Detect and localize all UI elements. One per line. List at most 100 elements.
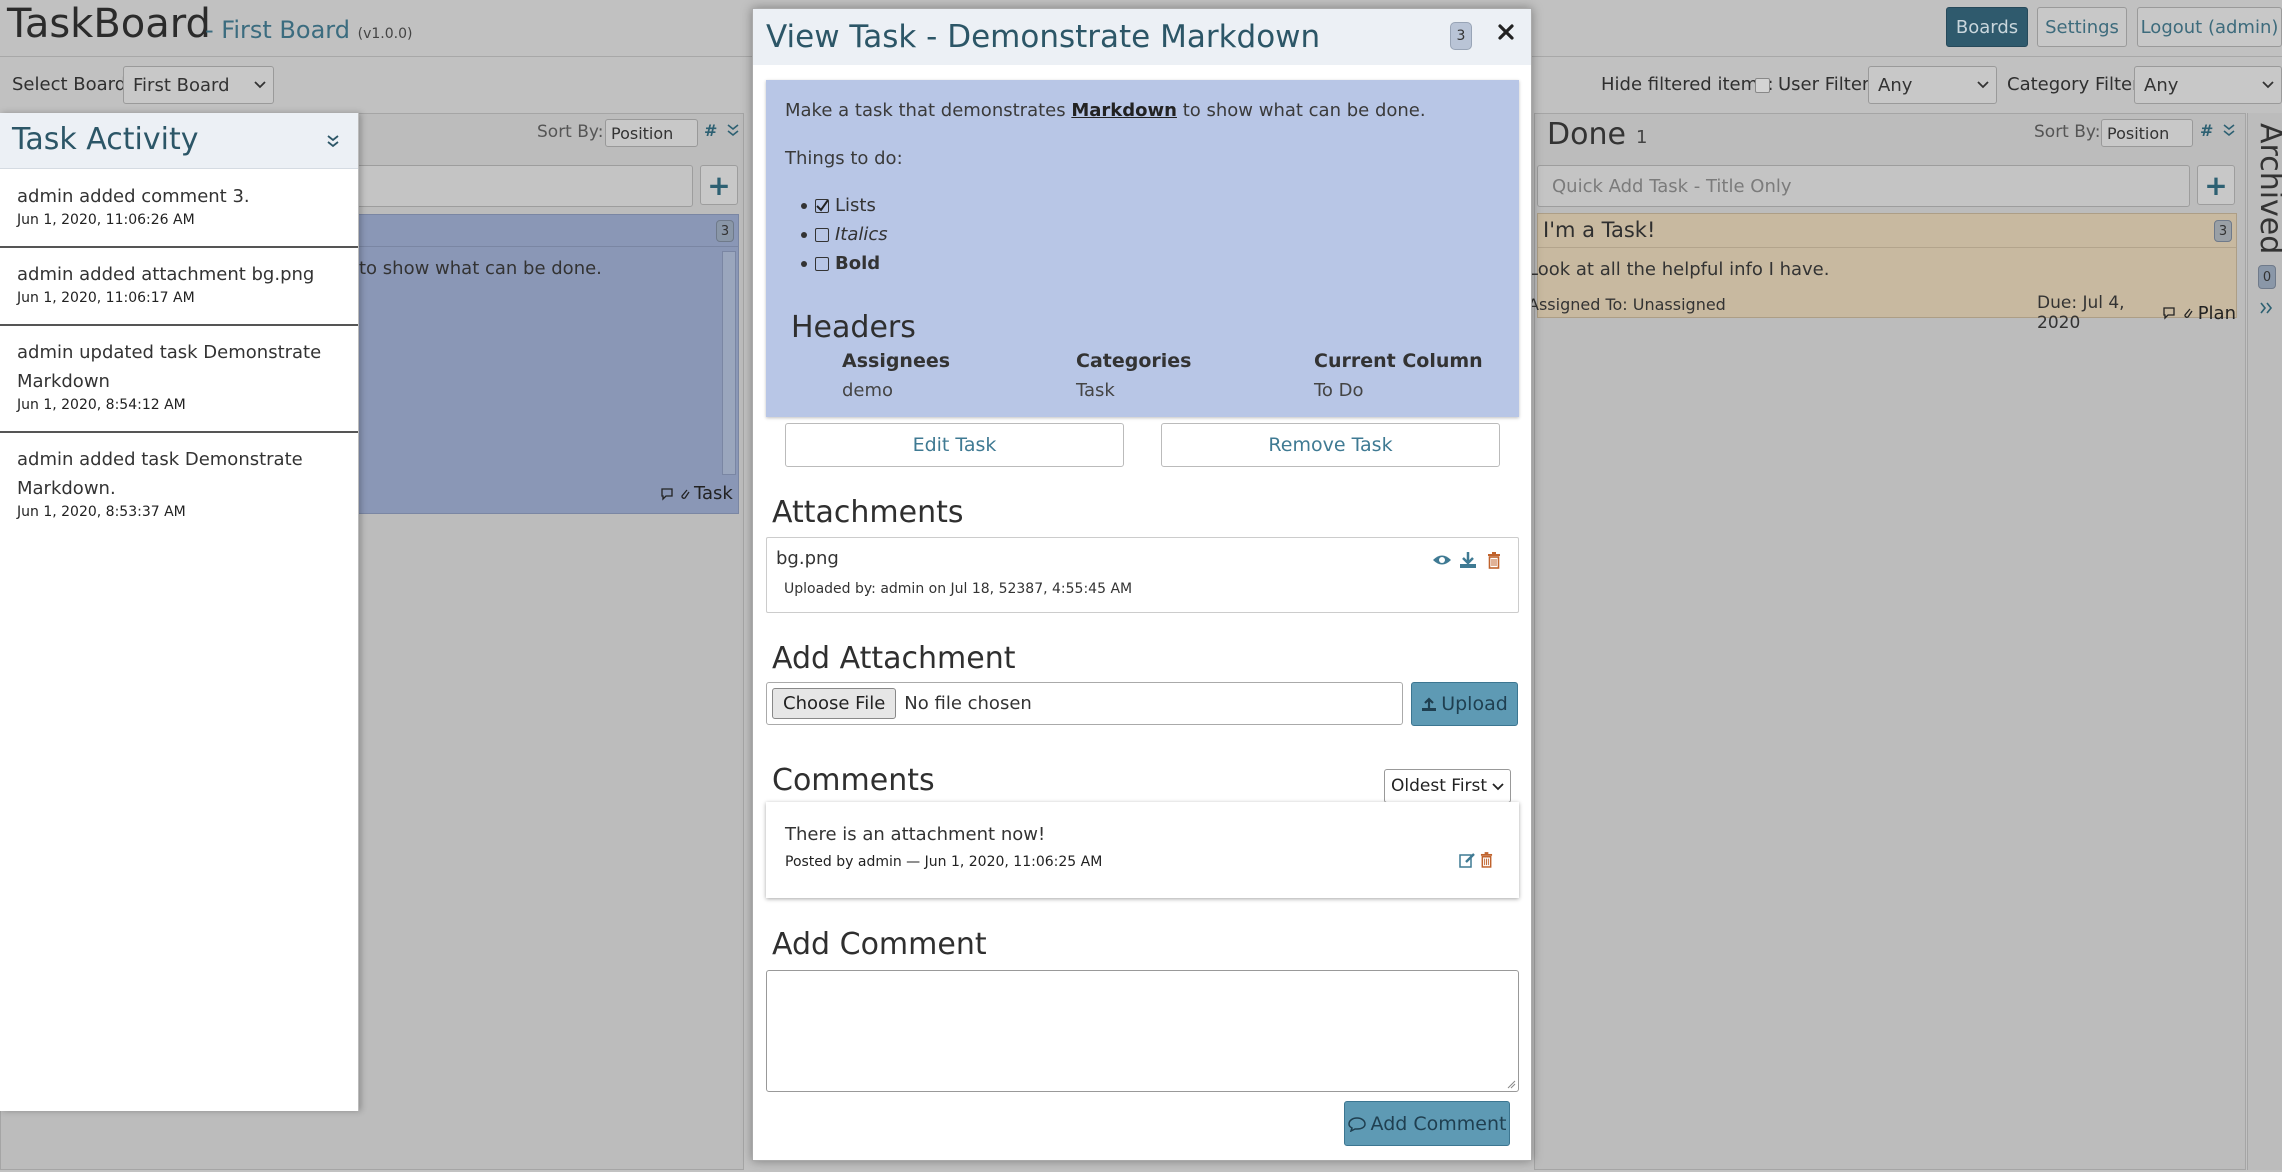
done-column-title: Done: [1547, 117, 1626, 152]
eye-icon[interactable]: [1432, 553, 1452, 567]
task-card-title: I'm a Task!: [1543, 218, 1656, 242]
headers-heading: Headers: [791, 310, 916, 345]
boards-button[interactable]: Boards: [1946, 7, 2028, 47]
upload-label: Upload: [1441, 693, 1508, 715]
task-card-im-a-task[interactable]: I'm a Task! 3 Look at all the helpful in…: [1528, 213, 2237, 333]
comment-sort-select[interactable]: Oldest First: [1384, 769, 1511, 803]
hash-icon[interactable]: #: [704, 121, 717, 140]
hide-filtered-label: Hide filtered items:: [1601, 74, 1774, 95]
done-add-button[interactable]: +: [2197, 165, 2235, 205]
task-card-category: Task: [694, 483, 733, 504]
comment-textarea[interactable]: [766, 970, 1519, 1092]
add-attachment-heading: Add Attachment: [772, 641, 1016, 676]
add-comment-heading: Add Comment: [772, 927, 987, 962]
expand-icon[interactable]: [2259, 301, 2273, 315]
comment-item: There is an attachment now! Posted by ad…: [766, 802, 1519, 898]
intro-text: Make a task that demonstrates: [785, 100, 1066, 121]
app-title: TaskBoard: [7, 1, 211, 47]
user-filter-select[interactable]: Any: [1868, 66, 1997, 104]
activity-date: Jun 1, 2020, 8:53:37 AM: [17, 504, 186, 520]
intro-text: to show what can be done.: [1182, 100, 1426, 121]
hide-filtered-checkbox[interactable]: [1755, 78, 1770, 93]
activity-date: Jun 1, 2020, 11:06:17 AM: [17, 290, 195, 306]
comments-icon: [2162, 306, 2178, 320]
task-card-description: Look at all the helpful info I have.: [1528, 259, 1830, 280]
task-card-footer: Task: [660, 483, 733, 504]
activity-text: admin added task Demonstrate Markdown.: [17, 449, 303, 499]
bullet-icon: [801, 231, 807, 238]
collapse-icon[interactable]: [325, 133, 341, 149]
chevron-down-icon: [253, 77, 267, 91]
comments-icon: [660, 487, 676, 501]
attachments-heading: Attachments: [772, 495, 964, 530]
sort-select-value: Position: [2107, 123, 2170, 143]
task-activity-title: Task Activity: [12, 122, 199, 157]
hash-icon[interactable]: #: [2200, 121, 2213, 140]
trash-icon[interactable]: [1487, 552, 1501, 569]
sort-by-label: Sort By:: [2034, 122, 2101, 142]
todo-add-button[interactable]: +: [700, 165, 738, 205]
done-column-count: 1: [1636, 127, 1648, 148]
comment-sort-value: Oldest First: [1391, 776, 1488, 796]
todo-item-lists: Lists: [801, 195, 876, 216]
table-cell: Task: [1076, 380, 1115, 401]
task-description: Make a task that demonstrates Markdown t…: [766, 80, 1519, 417]
modal-title: View Task - Demonstrate Markdown: [766, 19, 1321, 55]
paperclip-icon: [679, 487, 691, 501]
activity-text: admin added comment 3.: [17, 186, 250, 207]
table-header: Categories: [1076, 350, 1192, 372]
archived-label: Archived: [2253, 123, 2282, 255]
bullet-icon: [801, 202, 807, 209]
settings-button[interactable]: Settings: [2037, 7, 2127, 47]
checked-box-icon: [815, 198, 829, 213]
download-icon[interactable]: [1459, 551, 1477, 569]
comment-icon: [1347, 1116, 1366, 1132]
upload-icon: [1421, 696, 1437, 712]
edit-icon[interactable]: [1459, 852, 1476, 868]
sort-select[interactable]: Position: [605, 119, 698, 147]
choose-file-button[interactable]: Choose File: [772, 688, 897, 719]
todo-label: Italics: [835, 224, 888, 245]
sort-select[interactable]: Position: [2101, 119, 2193, 147]
collapse-icon[interactable]: [2222, 123, 2236, 137]
no-file-label: No file chosen: [904, 693, 1032, 714]
select-board-label: Select Board:: [12, 74, 133, 95]
unchecked-box-icon: [815, 227, 829, 242]
edit-task-button[interactable]: Edit Task: [785, 423, 1124, 467]
archived-count-badge: 0: [2258, 265, 2276, 289]
category-filter-label: Category Filter:: [2007, 74, 2146, 95]
table-header: Current Column: [1314, 350, 1483, 372]
done-column-header: Done 1 Sort By: Position #: [1535, 114, 2245, 152]
paperclip-icon: [2182, 306, 2194, 320]
todo-item-italics: Italics: [801, 224, 888, 245]
add-comment-button[interactable]: Add Comment: [1344, 1101, 1510, 1146]
task-card-excerpt: to show what can be done.: [359, 258, 602, 279]
board-select[interactable]: First Board: [123, 66, 274, 104]
close-icon[interactable]: [1497, 23, 1515, 41]
table-cell: To Do: [1314, 380, 1364, 401]
task-card-scrollbar[interactable]: [722, 251, 736, 475]
todo-label: Lists: [835, 195, 876, 216]
category-filter-select[interactable]: Any: [2134, 66, 2282, 104]
archived-column[interactable]: Archived 0: [2247, 113, 2282, 1170]
done-quick-add-input[interactable]: Quick Add Task - Title Only: [1537, 165, 2190, 207]
logout-button[interactable]: Logout (admin): [2137, 7, 2282, 47]
board-select-value: First Board: [133, 74, 230, 96]
activity-item: admin added task Demonstrate Markdown. J…: [0, 433, 358, 540]
sort-select-value: Position: [611, 123, 674, 143]
trash-icon[interactable]: [1480, 852, 1493, 868]
resize-handle-icon[interactable]: [1506, 1079, 1516, 1089]
collapse-icon[interactable]: [726, 123, 740, 137]
board-name: - First Board: [205, 16, 350, 44]
remove-task-button[interactable]: Remove Task: [1161, 423, 1500, 467]
app-version: (v1.0.0): [357, 26, 413, 42]
attachment-meta: Uploaded by: admin on Jul 18, 52387, 4:5…: [784, 581, 1133, 597]
table-header: Assignees: [842, 350, 951, 372]
todo-item-bold: Bold: [801, 253, 880, 274]
user-filter-label: User Filter:: [1778, 74, 1876, 95]
markdown-link[interactable]: Markdown: [1071, 100, 1177, 121]
activity-item: admin added attachment bg.png Jun 1, 202…: [0, 248, 358, 326]
activity-date: Jun 1, 2020, 8:54:12 AM: [17, 397, 186, 413]
file-input[interactable]: Choose File No file chosen: [766, 682, 1403, 725]
upload-button[interactable]: Upload: [1411, 682, 1518, 726]
